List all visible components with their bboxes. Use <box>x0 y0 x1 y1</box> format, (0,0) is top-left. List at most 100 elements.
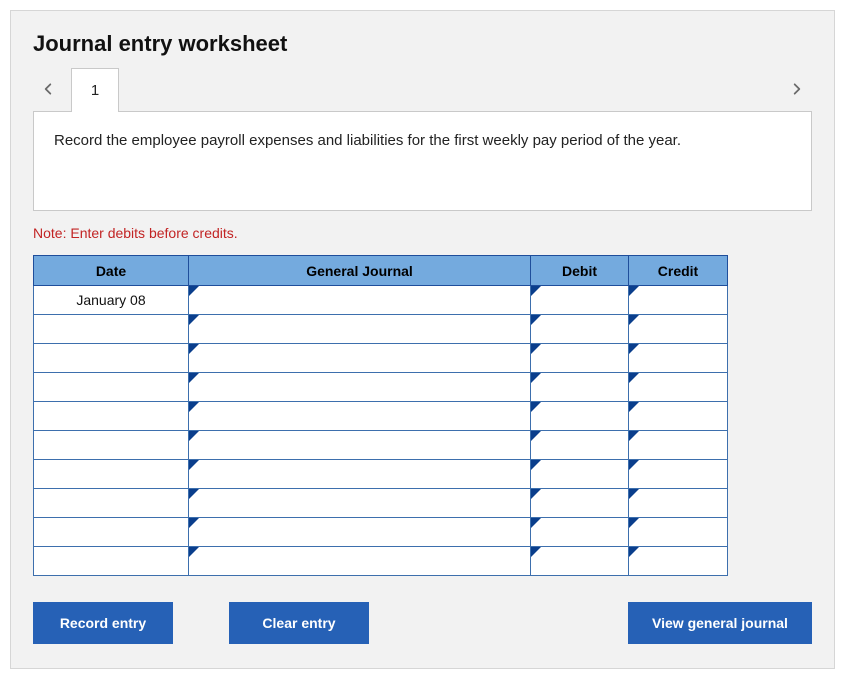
header-debit: Debit <box>531 256 629 286</box>
cell-flag-icon <box>189 431 199 441</box>
credit-cell[interactable] <box>629 547 728 576</box>
credit-cell[interactable] <box>629 373 728 402</box>
debit-input[interactable] <box>531 518 628 546</box>
debit-input[interactable] <box>531 344 628 372</box>
credit-input[interactable] <box>629 402 727 430</box>
general-journal-cell[interactable] <box>189 402 531 431</box>
tab-label: 1 <box>91 82 99 99</box>
debit-cell[interactable] <box>531 402 629 431</box>
next-button[interactable] <box>782 69 812 109</box>
date-cell[interactable] <box>34 402 189 431</box>
spacer <box>425 602 572 644</box>
table-row <box>34 373 728 402</box>
cell-flag-icon <box>629 286 639 296</box>
cell-flag-icon <box>189 518 199 528</box>
debit-cell[interactable] <box>531 518 629 547</box>
debit-input[interactable] <box>531 402 628 430</box>
general-journal-input[interactable] <box>189 286 530 314</box>
cell-flag-icon <box>531 373 541 383</box>
date-cell[interactable] <box>34 431 189 460</box>
debit-cell[interactable] <box>531 315 629 344</box>
credit-input[interactable] <box>629 518 727 546</box>
date-cell[interactable] <box>34 373 189 402</box>
debit-cell[interactable] <box>531 460 629 489</box>
credit-input[interactable] <box>629 344 727 372</box>
credit-cell[interactable] <box>629 431 728 460</box>
debit-cell[interactable] <box>531 373 629 402</box>
general-journal-input[interactable] <box>189 489 530 517</box>
general-journal-input[interactable] <box>189 315 530 343</box>
general-journal-input[interactable] <box>189 373 530 401</box>
credit-input[interactable] <box>629 431 727 459</box>
prev-button[interactable] <box>33 69 63 109</box>
general-journal-input[interactable] <box>189 460 530 488</box>
debit-cell[interactable] <box>531 431 629 460</box>
cell-flag-icon <box>629 431 639 441</box>
table-row <box>34 402 728 431</box>
date-cell[interactable] <box>34 344 189 373</box>
date-cell[interactable] <box>34 489 189 518</box>
cell-flag-icon <box>629 373 639 383</box>
general-journal-cell[interactable] <box>189 518 531 547</box>
debit-input[interactable] <box>531 460 628 488</box>
general-journal-cell[interactable] <box>189 547 531 576</box>
debit-cell[interactable] <box>531 547 629 576</box>
date-cell[interactable] <box>34 547 189 576</box>
view-general-journal-button[interactable]: View general journal <box>628 602 812 644</box>
page-title: Journal entry worksheet <box>33 31 812 57</box>
debit-input[interactable] <box>531 431 628 459</box>
credit-input[interactable] <box>629 315 727 343</box>
cell-flag-icon <box>189 547 199 557</box>
cell-flag-icon <box>531 286 541 296</box>
debit-cell[interactable] <box>531 344 629 373</box>
debit-input[interactable] <box>531 547 628 575</box>
credit-cell[interactable] <box>629 315 728 344</box>
general-journal-input[interactable] <box>189 518 530 546</box>
credit-input[interactable] <box>629 373 727 401</box>
debit-input[interactable] <box>531 373 628 401</box>
credit-input[interactable] <box>629 489 727 517</box>
date-cell[interactable] <box>34 518 189 547</box>
general-journal-input[interactable] <box>189 547 530 575</box>
general-journal-cell[interactable] <box>189 373 531 402</box>
general-journal-input[interactable] <box>189 431 530 459</box>
credit-cell[interactable] <box>629 489 728 518</box>
general-journal-cell[interactable] <box>189 460 531 489</box>
credit-cell[interactable] <box>629 460 728 489</box>
cell-flag-icon <box>531 315 541 325</box>
credit-cell[interactable] <box>629 518 728 547</box>
general-journal-input[interactable] <box>189 402 530 430</box>
debit-input[interactable] <box>531 286 628 314</box>
credit-cell[interactable] <box>629 286 728 315</box>
note-text: Note: Enter debits before credits. <box>33 225 812 241</box>
header-date: Date <box>34 256 189 286</box>
record-entry-button[interactable]: Record entry <box>33 602 173 644</box>
date-cell[interactable] <box>34 315 189 344</box>
clear-entry-button[interactable]: Clear entry <box>229 602 369 644</box>
cell-flag-icon <box>189 489 199 499</box>
credit-cell[interactable] <box>629 344 728 373</box>
credit-input[interactable] <box>629 547 727 575</box>
chevron-left-icon <box>41 78 55 100</box>
cell-flag-icon <box>531 547 541 557</box>
general-journal-cell[interactable] <box>189 286 531 315</box>
credit-input[interactable] <box>629 286 727 314</box>
credit-input[interactable] <box>629 460 727 488</box>
date-value <box>34 402 188 430</box>
credit-cell[interactable] <box>629 402 728 431</box>
general-journal-cell[interactable] <box>189 315 531 344</box>
general-journal-input[interactable] <box>189 344 530 372</box>
tab-1[interactable]: 1 <box>71 68 119 112</box>
general-journal-cell[interactable] <box>189 344 531 373</box>
cell-flag-icon <box>531 431 541 441</box>
tabs: 1 <box>63 67 782 111</box>
cell-flag-icon <box>189 286 199 296</box>
general-journal-cell[interactable] <box>189 489 531 518</box>
date-cell[interactable]: January 08 <box>34 286 189 315</box>
debit-input[interactable] <box>531 489 628 517</box>
debit-cell[interactable] <box>531 489 629 518</box>
debit-cell[interactable] <box>531 286 629 315</box>
date-cell[interactable] <box>34 460 189 489</box>
general-journal-cell[interactable] <box>189 431 531 460</box>
debit-input[interactable] <box>531 315 628 343</box>
